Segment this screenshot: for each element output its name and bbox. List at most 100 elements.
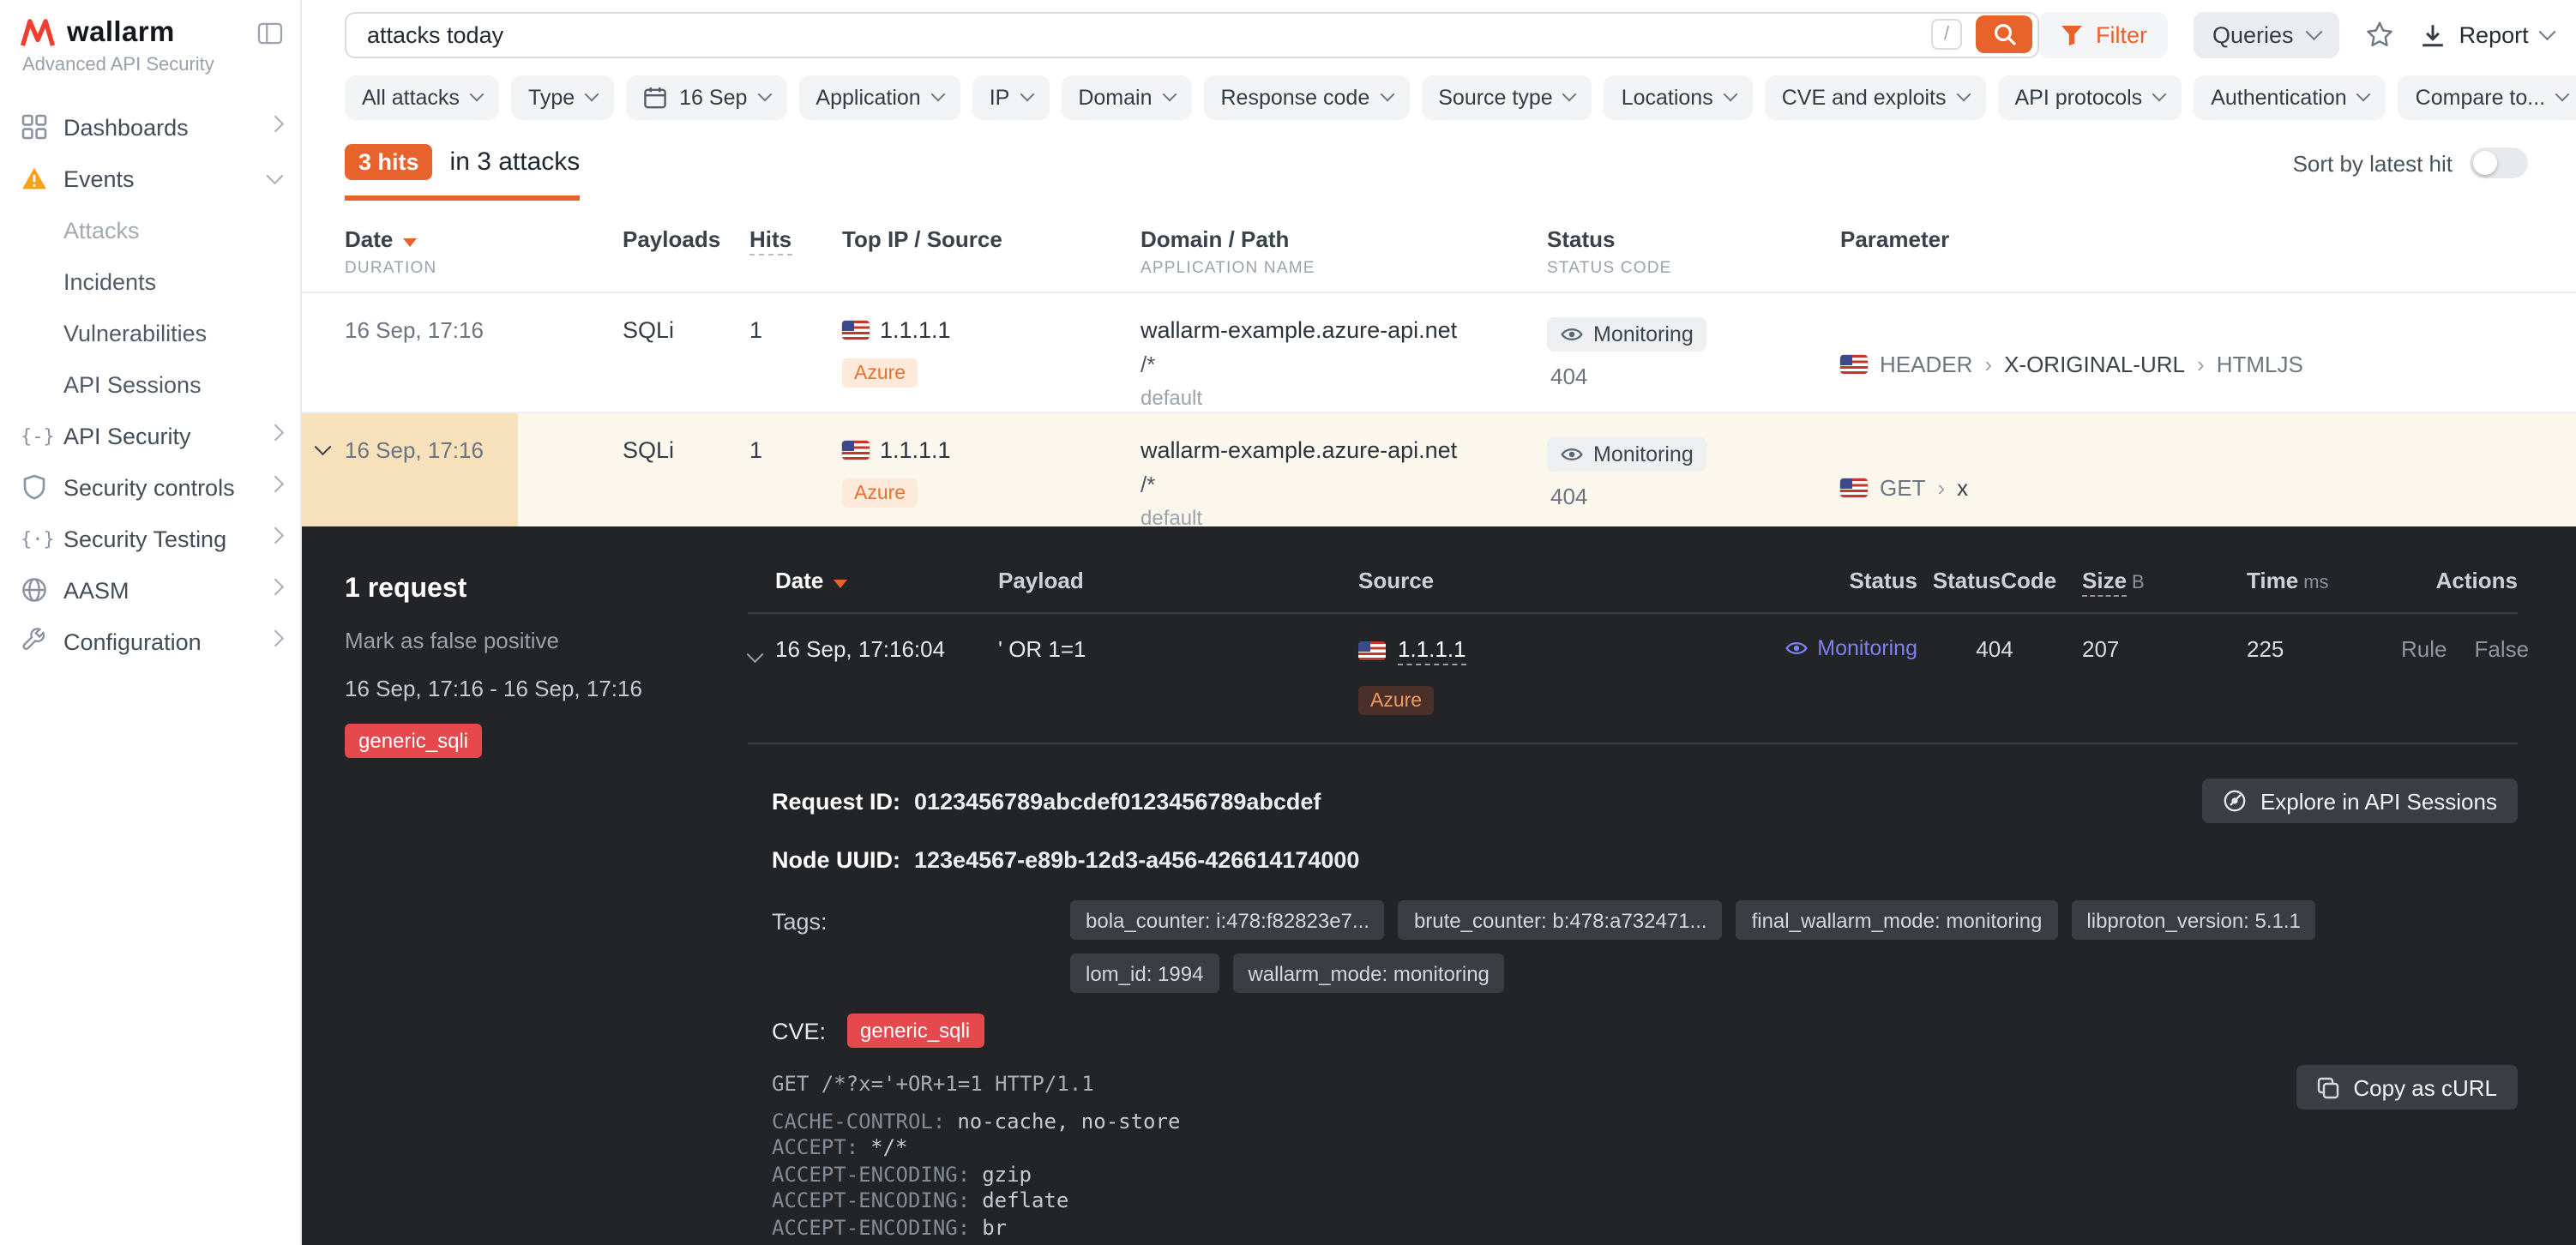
- sidebar-subitem-api-sessions[interactable]: API Sessions: [0, 358, 300, 410]
- col-status-code: StatusCode: [1917, 568, 2072, 593]
- explore-api-sessions-button[interactable]: Explore in API Sessions: [2202, 779, 2518, 823]
- shortcut-hint: /: [1931, 19, 1962, 50]
- filter-chips-row: All attacks Type 16 Sep Application IP D…: [302, 69, 2576, 120]
- tag-chip[interactable]: wallarm_mode: monitoring: [1232, 953, 1504, 993]
- action-false[interactable]: False: [2475, 636, 2530, 662]
- search-button[interactable]: [1976, 15, 2032, 53]
- chip-label: CVE and exploits: [1782, 85, 1947, 109]
- tag-chip[interactable]: brute_counter: b:478:a732471...: [1399, 900, 1723, 940]
- node-uuid-label: Node UUID:: [772, 847, 900, 873]
- domain-path: /*: [1141, 472, 1547, 497]
- attack-row[interactable]: 16 Sep, 17:16 SQLi 1 1.1.1.1 Azure walla…: [302, 293, 2576, 413]
- chevron-right-icon: [266, 117, 281, 132]
- request-actions: Rule False: [2401, 636, 2529, 662]
- mark-false-positive-link[interactable]: Mark as false positive: [345, 628, 713, 653]
- cve-tag[interactable]: generic_sqli: [846, 1013, 984, 1048]
- sidebar-item-security-controls[interactable]: Security controls: [0, 461, 300, 513]
- request-id-value: 0123456789abcdef0123456789abcdef: [914, 788, 1321, 814]
- col-date[interactable]: DateDURATION: [345, 226, 623, 278]
- filter-chip-authentication[interactable]: Authentication: [2194, 75, 2386, 119]
- request-size: 207: [2072, 636, 2236, 662]
- filter-chip-all-attacks[interactable]: All attacks: [345, 75, 499, 119]
- source-ip[interactable]: 1.1.1.1: [1398, 636, 1466, 665]
- col-payloads: Payloads: [623, 226, 749, 278]
- sidebar: wallarm Advanced API Security Dashboards…: [0, 0, 302, 1245]
- chevron-separator: ›: [2197, 352, 2205, 377]
- sidebar-item-api-security[interactable]: {-} API Security: [0, 410, 300, 461]
- sort-label: Sort by latest hit: [2293, 150, 2453, 176]
- search-icon: [1992, 22, 2016, 46]
- search-box[interactable]: /: [345, 11, 2039, 57]
- chevron-down-icon: [2555, 87, 2570, 102]
- filter-chip-cve-exploits[interactable]: CVE and exploits: [1765, 75, 1986, 119]
- source-tag-azure[interactable]: Azure: [842, 478, 918, 508]
- sidebar-item-dashboards[interactable]: Dashboards: [0, 101, 300, 153]
- details-date-range: 16 Sep, 17:16 - 16 Sep, 17:16: [345, 676, 713, 701]
- status-code: 404: [1550, 364, 1840, 389]
- sidebar-item-configuration[interactable]: Configuration: [0, 616, 300, 667]
- filter-chip-ip[interactable]: IP: [972, 75, 1050, 119]
- sidebar-subitem-vulnerabilities[interactable]: Vulnerabilities: [0, 307, 300, 358]
- application-name: default: [1141, 386, 1547, 410]
- request-row[interactable]: 16 Sep, 17:16:04 ' OR 1=1 1.1.1.1 Azure …: [748, 614, 2518, 744]
- globe-icon: [21, 576, 48, 604]
- sort-toggle[interactable]: [2470, 147, 2528, 178]
- search-input[interactable]: [367, 21, 1917, 47]
- attack-domain: wallarm-example.azure-api.net /* default: [1141, 317, 1547, 412]
- filter-chip-type[interactable]: Type: [511, 75, 614, 119]
- report-button[interactable]: Report: [2420, 21, 2554, 47]
- filter-chip-locations[interactable]: Locations: [1604, 75, 1753, 119]
- attack-type-tag[interactable]: generic_sqli: [345, 724, 482, 758]
- hits-tab[interactable]: 3 hits in 3 attacks: [345, 144, 580, 201]
- results-row: 3 hits in 3 attacks Sort by latest hit: [345, 144, 2528, 206]
- queries-button[interactable]: Queries: [2194, 11, 2339, 57]
- chevron-down-icon: [585, 87, 599, 102]
- monitoring-badge: Monitoring: [1547, 437, 1707, 472]
- sidebar-subitem-attacks[interactable]: Attacks: [0, 204, 300, 256]
- filter-chip-api-protocols[interactable]: API protocols: [1998, 75, 2182, 119]
- sidebar-item-aasm[interactable]: AASM: [0, 564, 300, 616]
- source-tag-azure[interactable]: Azure: [1358, 686, 1434, 715]
- tag-chip[interactable]: lom_id: 1994: [1070, 953, 1219, 993]
- filter-chip-response-code[interactable]: Response code: [1204, 75, 1410, 119]
- attacks-table-header: DateDURATION Payloads Hits Top IP / Sour…: [302, 226, 2576, 293]
- filter-chip-application[interactable]: Application: [798, 75, 960, 119]
- row-expander-icon[interactable]: [747, 645, 762, 660]
- tag-chip[interactable]: final_wallarm_mode: monitoring: [1736, 900, 2058, 940]
- sidebar-subitem-label: Attacks: [63, 217, 140, 243]
- filter-chip-source-type[interactable]: Source type: [1421, 75, 1592, 119]
- col-date[interactable]: Date: [775, 568, 998, 593]
- row-expander-icon[interactable]: [315, 438, 330, 454]
- request-status-code: 404: [1917, 636, 2072, 662]
- product-subtitle: Advanced API Security: [0, 50, 300, 75]
- sidebar-item-events[interactable]: Events: [0, 153, 300, 204]
- source-tag-azure[interactable]: Azure: [842, 358, 918, 388]
- filter-chip-compare-to[interactable]: Compare to...: [2398, 75, 2576, 119]
- sidebar-item-label: Events: [63, 165, 135, 191]
- star-icon[interactable]: [2365, 21, 2394, 48]
- sort-control: Sort by latest hit: [2293, 147, 2528, 178]
- filter-chip-date[interactable]: 16 Sep: [626, 75, 786, 119]
- filter-button[interactable]: Filter: [2039, 11, 2168, 57]
- collapse-sidebar-icon[interactable]: [257, 22, 283, 45]
- chip-label: API protocols: [2015, 85, 2143, 109]
- sidebar-subitem-incidents[interactable]: Incidents: [0, 256, 300, 307]
- tag-chip[interactable]: libproton_version: 5.1.1: [2071, 900, 2316, 940]
- cve-label: CVE:: [772, 1018, 826, 1044]
- copy-as-curl-button[interactable]: Copy as cURL: [2296, 1065, 2518, 1110]
- warning-icon: [21, 165, 48, 192]
- tag-chip[interactable]: bola_counter: i:478:f82823e7...: [1070, 900, 1385, 940]
- http-request-line: GET /*?x='+OR+1=1 HTTP/1.1: [772, 1072, 2518, 1098]
- source-ip[interactable]: 1.1.1.1: [880, 437, 951, 463]
- request-date: 16 Sep, 17:16:04: [775, 636, 998, 662]
- filter-chip-domain[interactable]: Domain: [1061, 75, 1191, 119]
- action-rule[interactable]: Rule: [2401, 636, 2447, 662]
- sidebar-item-security-testing[interactable]: {·} Security Testing: [0, 513, 300, 564]
- attack-domain: wallarm-example.azure-api.net /* default: [1141, 437, 1547, 537]
- cve-row: CVE: generic_sqli: [772, 1013, 2518, 1048]
- sidebar-item-label: Configuration: [63, 629, 202, 654]
- chip-label: Source type: [1438, 85, 1552, 109]
- source-ip[interactable]: 1.1.1.1: [880, 317, 951, 343]
- chevron-down-icon: [757, 87, 772, 102]
- attack-row-expanded[interactable]: 16 Sep, 17:16 SQLi 1 1.1.1.1 Azure walla…: [302, 413, 2576, 537]
